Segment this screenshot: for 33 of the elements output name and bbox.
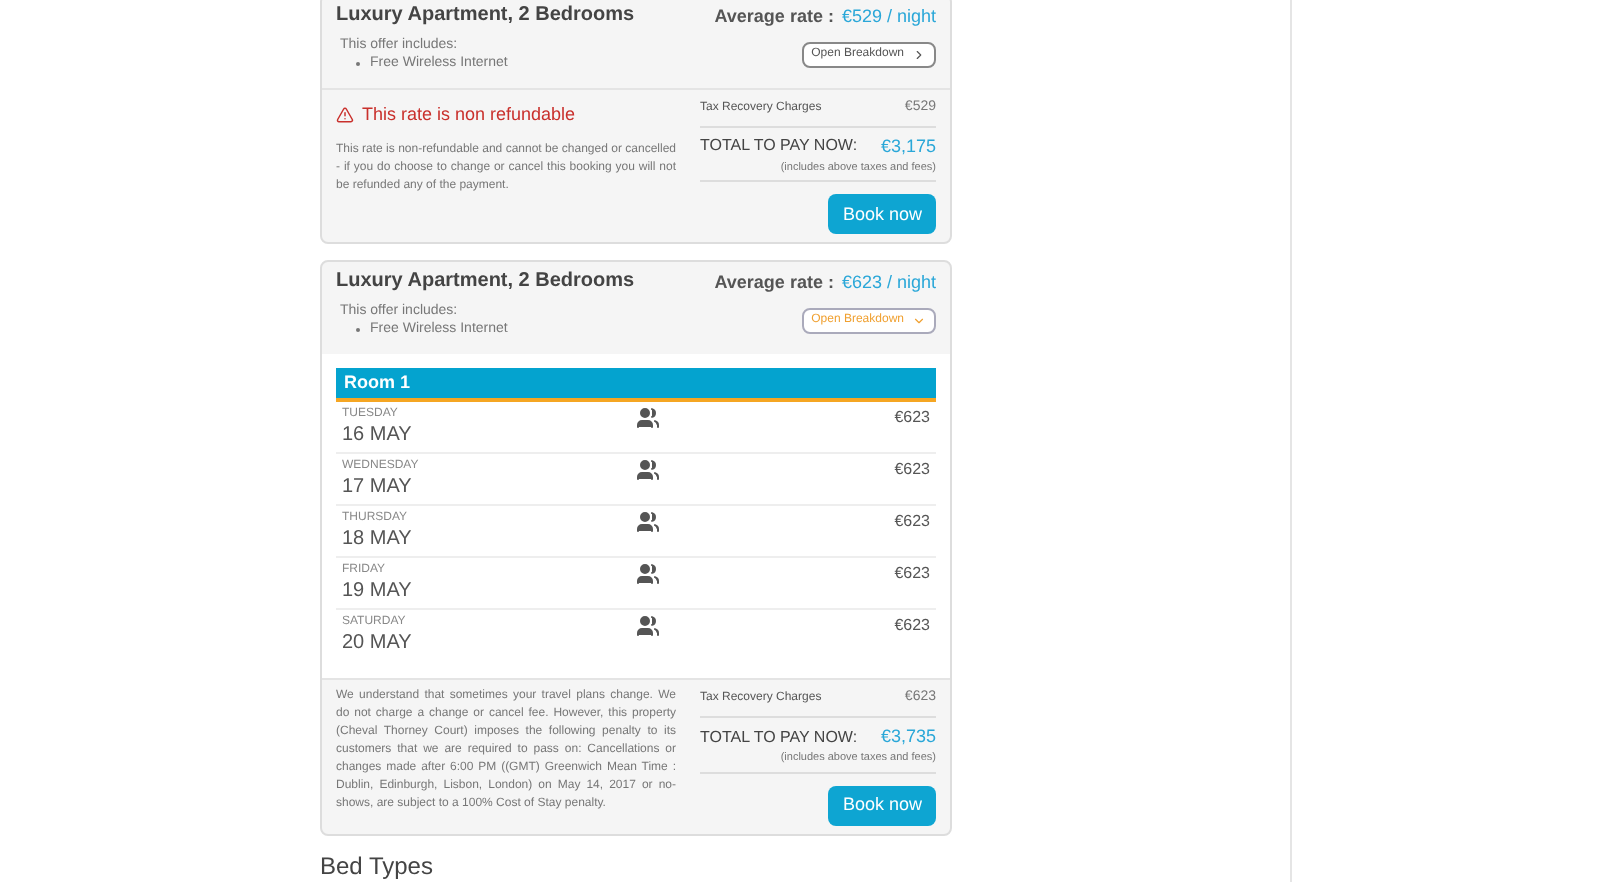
offer-title: Luxury Apartment, 2 Bedrooms — [336, 268, 635, 297]
section-heading: Bed Types — [320, 851, 435, 879]
date-label: 17 MAY — [342, 474, 414, 501]
chevron-down-icon — [912, 314, 926, 329]
night-price: €623 — [894, 510, 930, 535]
warning-icon — [336, 106, 354, 125]
rate-label: Average rate : — [714, 270, 834, 297]
night-price: €623 — [894, 562, 930, 587]
rate-value: €623 / night — [841, 270, 936, 297]
night-price: €623 — [894, 458, 930, 483]
date-label: 16 MAY — [342, 422, 414, 449]
date-label: 18 MAY — [342, 526, 414, 553]
chevron-right-icon — [912, 48, 926, 62]
book-now-button[interactable]: Book now — [828, 785, 936, 825]
non-refundable-warning: This rate is non refundable — [362, 102, 576, 128]
rate-value: €529 / night — [841, 4, 936, 30]
room-header: Room 1 — [336, 368, 936, 403]
date-label: 19 MAY — [342, 578, 414, 605]
guests-icon — [636, 458, 660, 483]
date-label: 20 MAY — [342, 630, 414, 657]
night-price: €623 — [894, 406, 930, 431]
total-label: TOTAL TO PAY NOW: — [700, 725, 858, 749]
guests-icon — [636, 406, 660, 431]
total-label: TOTAL TO PAY NOW: — [700, 134, 858, 159]
guests-icon — [636, 614, 660, 639]
guests-icon — [636, 562, 660, 587]
rate-label: Average rate : — [714, 4, 834, 30]
book-now-button[interactable]: Book now — [828, 194, 936, 235]
night-price: €623 — [894, 614, 930, 639]
total-value: €3,735 — [880, 723, 936, 750]
guests-icon — [636, 510, 660, 535]
total-value: €3,175 — [880, 133, 936, 159]
offer-title: Luxury Apartment, 2 Bedrooms — [336, 2, 635, 30]
